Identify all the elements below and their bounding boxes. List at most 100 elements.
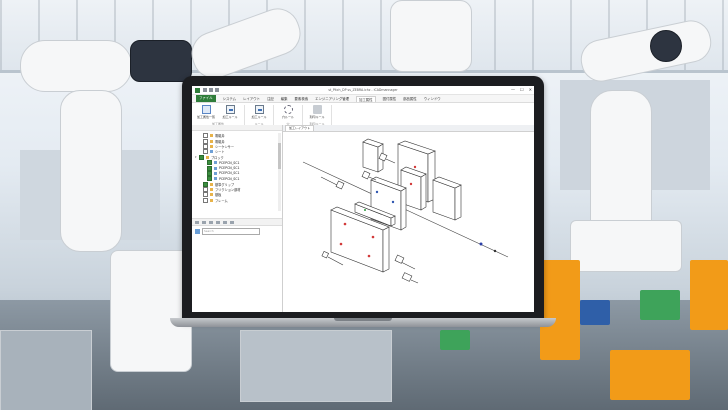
checkbox[interactable]	[203, 149, 208, 155]
refresh-icon[interactable]	[230, 220, 234, 224]
axis-marker	[493, 249, 497, 253]
sheet-icon	[214, 166, 217, 170]
ribbon-group-stamp: 刻印ルール 刻印ルール	[307, 105, 332, 127]
canvas-tab[interactable]: 加工レイアウト	[285, 125, 315, 131]
rule-icon	[254, 105, 264, 114]
sheet-icon	[214, 161, 217, 165]
checkbox[interactable]	[207, 170, 212, 176]
filter-icon[interactable]	[223, 220, 227, 224]
sheet-icon	[210, 150, 213, 154]
robot-arm	[130, 40, 192, 82]
tree-item-label: PCEPCN_SC1	[219, 160, 240, 165]
ribbon-group-rule: 加工ルール ルール	[249, 105, 274, 127]
machine	[0, 330, 92, 410]
checkbox[interactable]	[203, 192, 208, 198]
folder-icon	[210, 188, 213, 192]
list-icon	[201, 105, 211, 114]
tree-item-label: シート	[215, 150, 225, 155]
rule-button[interactable]: 加工ルール	[249, 105, 269, 119]
sheet-icon	[214, 171, 217, 175]
bolt-bottom-2	[401, 272, 419, 284]
checkbox[interactable]	[203, 187, 208, 193]
tab-file[interactable]: ファイル	[196, 95, 216, 102]
stamp-rule-button[interactable]: 刻印ルール	[307, 105, 327, 119]
robot-base	[110, 250, 192, 372]
tree-item-label: PCEPCN_SC1	[219, 166, 240, 171]
canvas-tabbar: 加工レイアウト	[283, 125, 534, 132]
checkbox[interactable]	[207, 176, 212, 182]
laptop-screen: st_Pitch_DP ss_ZEBRA.ichz - iCADmannager…	[192, 86, 534, 312]
title-bar: st_Pitch_DP ss_ZEBRA.ichz - iCADmannager…	[192, 86, 534, 95]
tree-item[interactable]: フレーム	[195, 197, 279, 203]
machining-rule-button[interactable]: 加工ルール	[220, 105, 240, 119]
window-controls: — ☐ ✕	[511, 87, 532, 93]
property-panel: Search	[192, 226, 282, 312]
workspace: 電磁弁 電磁弁 シーケンサー シート ▾ ブロック PCEPCN_SC1 PCEPCN_SC1…	[192, 125, 534, 312]
checkbox[interactable]	[203, 138, 208, 144]
up-icon[interactable]	[209, 220, 213, 224]
tab-drawing-attr[interactable]: 図付属性	[383, 96, 397, 101]
tree-item-label: フリクション部材	[215, 188, 241, 193]
folder-icon	[210, 193, 213, 197]
folder-icon	[210, 139, 213, 143]
expand-icon[interactable]: ▾	[195, 155, 198, 159]
add-icon[interactable]	[195, 220, 199, 224]
tab-system[interactable]: システム	[223, 96, 236, 101]
checkbox[interactable]	[207, 165, 212, 171]
tree-item-label: 電磁弁	[215, 134, 225, 139]
ribbon-tabs: ファイル システム レイアウト 注記 編集 要素検索 エンジニアリング管理 加工…	[192, 95, 534, 103]
tab-edit[interactable]: 編集	[281, 96, 288, 101]
conveyor	[240, 330, 392, 402]
hole-rule-button[interactable]: 穴ルール	[278, 105, 298, 119]
minimize-icon[interactable]: —	[511, 87, 515, 93]
tab-part-attr[interactable]: 部品属性	[403, 96, 417, 101]
cad-viewport[interactable]	[283, 132, 534, 312]
tab-element-search[interactable]: 要素検索	[295, 96, 309, 101]
tab-engineering[interactable]: エンジニアリング管理	[315, 96, 349, 101]
equipment	[690, 260, 728, 330]
tab-machining-attr[interactable]: 加工属性	[356, 95, 376, 102]
robot-joint	[650, 30, 682, 62]
rule-icon	[225, 105, 235, 114]
maximize-icon[interactable]: ☐	[520, 87, 524, 93]
checkbox[interactable]	[203, 143, 208, 149]
folder-icon	[210, 182, 213, 186]
equipment	[610, 350, 690, 400]
parts-tree[interactable]: 電磁弁 電磁弁 シーケンサー シート ▾ ブロック PCEPCN_SC1 PCEPCN_SC1…	[192, 131, 282, 218]
ribbon-group-machining: 加工属性一覧 加工ルール 加工属性	[196, 105, 245, 127]
tab-window[interactable]: ウィンドウ	[424, 96, 441, 101]
tree-item-label: PCEPCN_SC1	[219, 171, 240, 176]
tab-layout[interactable]: レイアウト	[243, 96, 260, 101]
equipment	[640, 290, 680, 320]
property-icon	[195, 229, 200, 234]
canvas-area: 加工レイアウト	[283, 125, 534, 312]
exploded-assembly-drawing	[302, 138, 509, 284]
delete-icon[interactable]	[202, 220, 206, 224]
laptop-notch	[334, 318, 392, 321]
equipment	[580, 300, 610, 325]
robot-base	[570, 220, 682, 272]
tree-item-label: フレーム	[215, 198, 228, 203]
bolt-left	[320, 176, 345, 190]
close-icon[interactable]: ✕	[529, 87, 532, 93]
checkbox[interactable]	[203, 197, 208, 203]
checkbox[interactable]	[199, 154, 204, 160]
tree-scrollbar[interactable]	[278, 133, 281, 211]
checkbox[interactable]	[203, 133, 208, 139]
tree-item-label: PCEPCN_SC1	[219, 176, 240, 181]
tree-item-label: 電磁弁	[215, 139, 225, 144]
stamp-icon	[312, 105, 322, 114]
tree-item-label: 基準グリップ	[215, 182, 235, 187]
machining-attr-list-button[interactable]: 加工属性一覧	[196, 105, 216, 119]
robot-arm	[20, 40, 132, 92]
folder-icon	[210, 134, 213, 138]
tree-item-label: 基板	[215, 193, 222, 198]
folder-icon	[206, 155, 209, 159]
tab-annotation[interactable]: 注記	[267, 96, 274, 101]
window-title: st_Pitch_DP ss_ZEBRA.ichz - iCADmannager	[328, 88, 398, 92]
search-input[interactable]: Search	[202, 228, 260, 235]
down-icon[interactable]	[216, 220, 220, 224]
panel-toolbar	[192, 218, 282, 226]
checkbox[interactable]	[203, 181, 208, 187]
checkbox[interactable]	[207, 160, 212, 166]
